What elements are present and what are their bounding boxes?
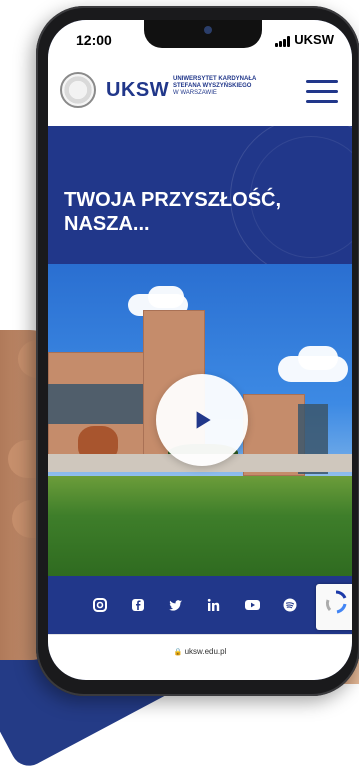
- phone-screen: 12:00 UKSW UKSW UNIWERSYTET KARDYNAŁA ST…: [48, 20, 352, 680]
- linkedin-icon[interactable]: [206, 597, 222, 613]
- university-name-line: W WARSZAWIE: [173, 90, 217, 96]
- browser-url-bar[interactable]: 🔒 uksw.edu.pl: [48, 634, 352, 680]
- hamburger-menu-button[interactable]: [306, 80, 338, 104]
- play-icon: [196, 411, 211, 429]
- notch: [144, 20, 262, 48]
- carrier-name: UKSW: [294, 32, 334, 47]
- recaptcha-icon: [325, 590, 347, 614]
- url-text: 🔒 uksw.edu.pl: [48, 647, 352, 656]
- hero-headline-line: TWOJA PRZYSZŁOŚĆ,: [64, 189, 282, 211]
- signal-indicator: UKSW: [275, 32, 334, 47]
- hero-headline: TWOJA PRZYSZŁOŚĆ, NASZA...: [64, 188, 304, 236]
- social-links-bar: [48, 576, 352, 634]
- twitter-icon[interactable]: [168, 597, 184, 613]
- campus-video-thumbnail[interactable]: [48, 264, 352, 576]
- lock-icon: 🔒: [173, 649, 183, 656]
- university-name: UNIWERSYTET KARDYNAŁA STEFANA WYSZYŃSKIE…: [173, 76, 256, 97]
- cloud: [298, 346, 338, 370]
- hero-headline-line: NASZA...: [64, 213, 150, 235]
- recaptcha-badge[interactable]: [316, 584, 352, 630]
- lawn: [48, 476, 352, 576]
- spotify-icon[interactable]: [282, 597, 298, 613]
- brand-logo-text[interactable]: UKSW: [106, 79, 169, 102]
- play-button[interactable]: [156, 374, 248, 466]
- status-time: 12:00: [76, 32, 112, 48]
- university-name-line: UNIWERSYTET KARDYNAŁA: [173, 76, 257, 82]
- facebook-icon[interactable]: [130, 597, 146, 613]
- instagram-icon[interactable]: [92, 597, 108, 613]
- hero-section: TWOJA PRZYSZŁOŚĆ, NASZA...: [48, 116, 352, 278]
- cloud: [148, 286, 184, 308]
- youtube-icon[interactable]: [244, 597, 260, 613]
- url-domain: uksw.edu.pl: [184, 647, 227, 656]
- signal-bars-icon: [275, 36, 291, 47]
- university-seal-logo[interactable]: [60, 72, 96, 108]
- camera: [204, 26, 212, 34]
- university-name-line: STEFANA WYSZYŃSKIEGO: [173, 83, 252, 89]
